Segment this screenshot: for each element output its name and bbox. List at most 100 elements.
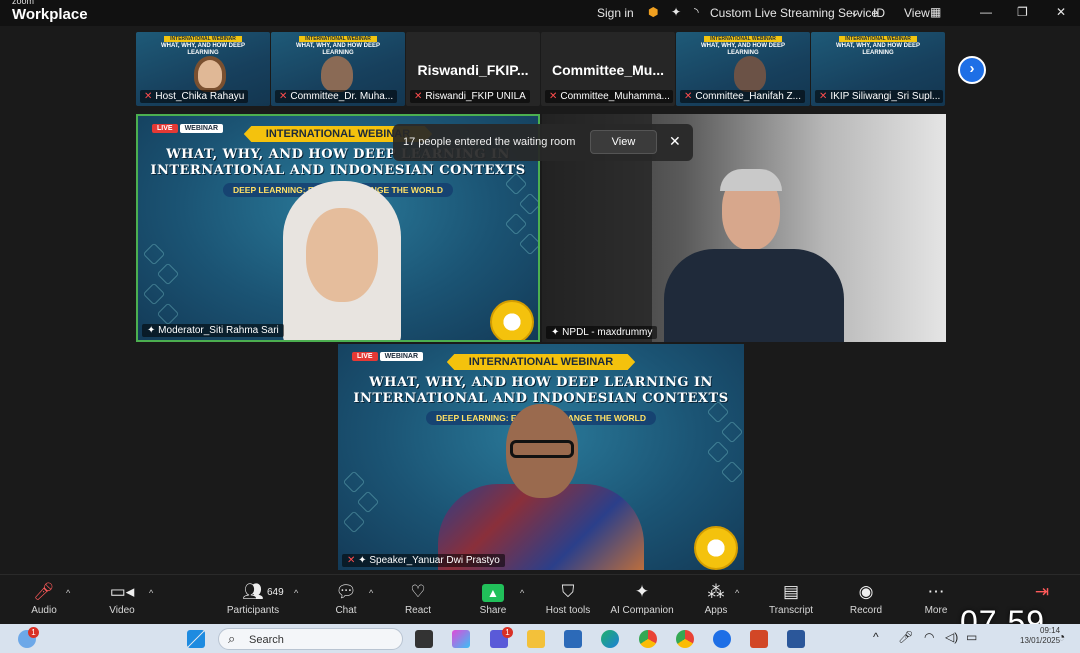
apps-button[interactable]: ⁂ Apps [701,581,731,616]
chat-icon: 💬︎ [335,582,357,601]
restore-button[interactable]: ❐ [1017,5,1028,19]
share-screen-icon: ▲ [478,581,508,603]
mic-muted-icon: 🎤︎ [33,582,55,601]
thumb-webinar-banner: INTERNATIONAL WEBINAR WHAT, WHY, AND HOW … [161,36,245,57]
volume-icon[interactable]: ◁) [945,630,958,644]
clock-date: 13/01/2025 [1020,636,1061,645]
zoom-icon[interactable] [713,630,731,648]
task-view-icon[interactable] [415,630,433,648]
notification-badge: 1 [502,627,513,638]
more-button[interactable]: ⋯ More [920,581,952,616]
pin-icon: ✦ [358,555,370,566]
system-clock[interactable]: 09:14 13/01/2025 [1020,626,1060,646]
chat-button[interactable]: 💬︎ Chat [332,581,360,616]
shield-icon[interactable]: ⬢ [648,5,658,19]
close-button[interactable]: ✕ [1056,5,1066,19]
chrome-icon[interactable] [639,630,657,648]
share-button[interactable]: ▲ Share [478,581,508,616]
audio-options-chevron[interactable]: ^ [66,588,70,598]
taskbar-search[interactable]: ⌕ Search [218,628,403,650]
edge-icon[interactable] [601,630,619,648]
wifi-icon[interactable]: ◠ [924,630,934,644]
start-button[interactable] [187,630,205,648]
participant-video [734,56,766,92]
participant-label: ✕ IKIP Siliwangi_Sri Supl... [815,90,943,103]
pin-icon: ✦ [147,325,159,336]
chrome-profile-icon[interactable] [676,630,694,648]
store-icon[interactable] [564,630,582,648]
video-options-chevron[interactable]: ^ [149,588,153,598]
webinar-title-line2: INTERNATIONAL AND INDONESIAN CONTEXTS [150,163,526,178]
strip-tile-hanifah[interactable]: INTERNATIONAL WEBINAR WHAT, WHY, AND HOW … [676,32,810,106]
host-tools-button[interactable]: ⛉ Host tools [541,581,595,616]
mic-muted-icon: ✕ [819,91,828,102]
chevron-down-icon[interactable]: ⌄ [850,5,860,19]
view-waiting-room-button[interactable]: View [590,130,657,154]
leave-button[interactable]: ⇥ [1030,581,1054,603]
strip-tile-host[interactable]: INTERNATIONAL WEBINAR WHAT, WHY, AND HOW … [136,32,270,106]
rss-icon: ◝ [694,5,699,19]
thumb-webinar-banner: INTERNATIONAL WEBINAR WHAT, WHY, AND HOW … [296,36,380,57]
mic-muted-icon: ✕ [684,91,693,102]
leave-icon: ⇥ [1034,582,1050,601]
more-icon: ⋯ [927,582,945,601]
participants-options-chevron[interactable]: ^ [294,588,298,598]
windows-taskbar: 1 ⌕ Search 1 ^ 🎤︎ ◠ ◁) ▭ 09:14 13/01/202… [0,624,1080,653]
word-icon[interactable] [787,630,805,648]
apps-options-chevron[interactable]: ^ [735,588,739,598]
file-explorer-icon[interactable] [527,630,545,648]
video-button[interactable]: ▭◂ Video [105,581,139,616]
pin-icon: ✦ [551,327,563,338]
hair [720,169,782,191]
minimize-button[interactable]: — [980,5,992,19]
waiting-room-text: 17 people entered the waiting room [403,136,576,148]
brand-name: Workplace [12,6,88,23]
camera-icon: ▭◂ [109,582,135,601]
close-icon[interactable]: ✕ [669,133,681,150]
participant-label: ✕ Riswandi_FKIP UNILA [410,90,530,103]
powerpoint-icon[interactable] [750,630,768,648]
strip-tile-committee-mu[interactable]: Committee_Mu... ✕ Committee_Muhamma... [541,32,675,106]
webinar-ribbon: INTERNATIONAL WEBINAR [446,354,636,370]
meeting-id[interactable]: ID [873,6,885,20]
transcript-button[interactable]: ▤ Transcript [765,581,817,616]
institution-logo [694,526,738,570]
sign-in-link[interactable]: Sign in [597,6,634,20]
app-brand: zoom Workplace [12,0,88,23]
participant-label: ✕ Committee_Muhamma... [545,90,673,103]
audio-button[interactable]: 🎤︎ Audio [28,581,60,616]
copilot-icon[interactable] [452,630,470,648]
mic-muted-icon: ✕ [549,91,558,102]
microphone-icon[interactable]: 🎤︎ [898,630,913,644]
strip-tile-riswandi[interactable]: Riswandi_FKIP... ✕ Riswandi_FKIP UNILA [406,32,540,106]
chat-options-chevron[interactable]: ^ [369,588,373,598]
participant-video [194,56,226,92]
shield-icon: ⛉ [561,582,575,601]
notification-bell-icon[interactable]: ◔ [1058,630,1065,644]
mic-muted-icon: ✕ [144,91,153,102]
react-button[interactable]: ♡ React [402,581,434,616]
next-page-button[interactable]: › [958,56,986,84]
chevron-up-icon[interactable]: ^ [873,630,879,644]
waiting-room-banner: 17 people entered the waiting room View … [393,124,693,161]
mic-muted-icon: ✕ [414,91,423,102]
view-menu[interactable]: View [904,6,930,20]
share-options-chevron[interactable]: ^ [520,588,524,598]
sparkle-icon: ✦ [634,582,650,601]
participant-label: ✕ Host_Chika Rahayu [140,90,249,103]
mic-muted-icon: ✕ [347,555,359,566]
chevron-right-icon: › [969,60,975,77]
strip-tile-committee-dr[interactable]: INTERNATIONAL WEBINAR WHAT, WHY, AND HOW … [271,32,405,106]
ai-companion-button[interactable]: ✦ AI Companion [606,581,678,616]
shirt [664,249,844,342]
speaker-tile[interactable]: LIVE WEBINAR INTERNATIONAL WEBINAR WHAT, … [338,344,744,570]
video-stage: INTERNATIONAL WEBINAR WHAT, WHY, AND HOW … [0,26,1080,574]
battery-icon[interactable]: ▭ [966,630,977,644]
participant-name-display: Riswandi_FKIP... [417,62,529,78]
record-button[interactable]: ◉ Record [848,581,884,616]
sparkle-icon[interactable]: ✦ [671,5,681,19]
webinar-title-line1: WHAT, WHY, AND HOW DEEP LEARNING IN [369,375,713,390]
strip-tile-ikip[interactable]: INTERNATIONAL WEBINAR WHAT, WHY, AND HOW … [811,32,945,106]
participant-label: ✕ Committee_Hanifah Z... [680,90,805,103]
glasses-shape [510,440,574,458]
